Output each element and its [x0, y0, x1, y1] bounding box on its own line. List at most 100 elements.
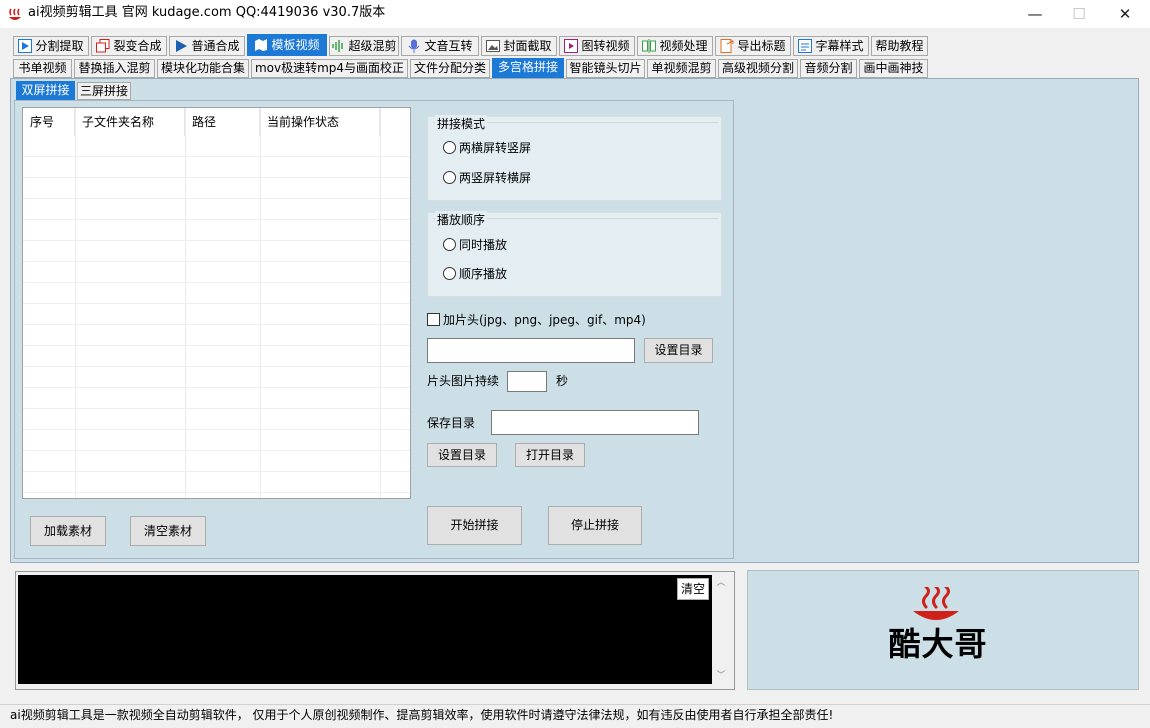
sound-wave-icon: [331, 39, 345, 53]
start-splice-button[interactable]: 开始拼接: [427, 506, 522, 545]
maximize-button[interactable]: ☐: [1056, 0, 1102, 28]
splice-mode-label: 拼接模式: [435, 115, 488, 132]
grid-row-line: [23, 199, 410, 220]
image-icon: [486, 39, 501, 53]
grid-row-line: [23, 304, 410, 325]
scroll-up-icon[interactable]: ︿: [712, 575, 730, 591]
radio-simultaneous-label[interactable]: 同时播放: [459, 238, 507, 252]
subtab-file-assign[interactable]: 文件分配分类: [410, 59, 490, 78]
layers-icon: [96, 39, 110, 53]
tab-super-mix[interactable]: 超级混剪: [329, 36, 399, 56]
clear-log-button[interactable]: 清空: [677, 578, 709, 600]
tab-image-to-video[interactable]: 图转视频: [559, 36, 635, 56]
intro-path-input[interactable]: [427, 338, 635, 363]
radio-h2v[interactable]: [443, 141, 456, 154]
grid-row-line: [23, 388, 410, 409]
tab-label: 裂变合成: [113, 39, 162, 53]
tab-label: 视频处理: [659, 39, 708, 53]
intro-duration-input[interactable]: [507, 371, 547, 392]
tab-normal-compose[interactable]: 普通合成: [169, 36, 245, 56]
play-icon: [174, 39, 188, 53]
grid-row-line: [23, 325, 410, 346]
tab-label: 超级混剪: [348, 39, 397, 53]
radio-sequential-label[interactable]: 顺序播放: [459, 267, 507, 281]
column-header-path[interactable]: 路径: [185, 108, 260, 136]
subtab-book-video[interactable]: 书单视频: [13, 59, 72, 78]
play-icon: [18, 39, 33, 53]
tab-help[interactable]: 帮助教程: [871, 36, 928, 56]
log-scrollbar[interactable]: ︿ ﹀: [712, 575, 730, 684]
log-output[interactable]: [18, 575, 712, 684]
subtab-modular[interactable]: 模块化功能合集: [157, 59, 249, 78]
grid-row-line: [23, 346, 410, 367]
set-save-dir-button[interactable]: 设置目录: [427, 443, 497, 467]
tab-label: 模板视频: [271, 38, 320, 52]
grid-row-line: [23, 136, 410, 157]
subtab-replace-insert[interactable]: 替换插入混剪: [74, 59, 155, 78]
column-header-index[interactable]: 序号: [23, 108, 75, 136]
play-frame-icon: [564, 39, 579, 53]
status-bar: ai视频剪辑工具是一款视频全自动剪辑软件， 仅用于个人原创视频制作、提高剪辑效率…: [0, 704, 1150, 728]
stop-splice-button[interactable]: 停止拼接: [548, 506, 642, 545]
app-icon: [7, 6, 23, 22]
grid-row-line: [23, 409, 410, 430]
split-icon: [642, 39, 657, 53]
grid-row-line: [23, 472, 410, 493]
grid-row-line: [23, 430, 410, 451]
logo-text: 酷大哥: [888, 625, 988, 663]
intro-duration-unit: 秒: [556, 374, 569, 388]
tab-export-title[interactable]: 导出标题: [715, 36, 791, 56]
radio-v2h-label[interactable]: 两竖屏转横屏: [459, 171, 531, 185]
subtab-single-mix[interactable]: 单视频混剪: [647, 59, 716, 78]
grid-row-line: [23, 178, 410, 199]
clear-material-button[interactable]: 清空素材: [130, 516, 206, 546]
tab-label: 普通合成: [191, 39, 240, 53]
load-material-button[interactable]: 加载素材: [30, 516, 106, 546]
tab-split-extract[interactable]: 分割提取: [13, 36, 89, 56]
intro-checkbox[interactable]: [427, 313, 440, 326]
intro-duration-label: 片头图片持续: [427, 374, 500, 388]
open-dir-button[interactable]: 打开目录: [515, 443, 585, 467]
material-grid[interactable]: 序号 子文件夹名称 路径 当前操作状态: [22, 107, 411, 499]
grid-row-line: [23, 283, 410, 304]
radio-v2h[interactable]: [443, 171, 456, 184]
subtab-adv-split[interactable]: 高级视频分割: [718, 59, 798, 78]
tab-subtitle-style[interactable]: 字幕样式: [793, 36, 869, 56]
subtab-multi-grid[interactable]: 多宫格拼接: [492, 58, 564, 78]
play-order-label: 播放顺序: [435, 211, 488, 228]
save-dir-input[interactable]: [491, 410, 699, 435]
subtab-mov-convert[interactable]: mov极速转mp4与画面校正: [251, 59, 408, 78]
tab-fission-compose[interactable]: 裂变合成: [91, 36, 167, 56]
radio-sequential[interactable]: [443, 267, 456, 280]
column-header-folder[interactable]: 子文件夹名称: [75, 108, 185, 136]
radio-h2v-label[interactable]: 两横屏转竖屏: [459, 141, 531, 155]
grid-row-line: [23, 451, 410, 472]
tab-template-video[interactable]: 模板视频: [247, 34, 327, 56]
column-header-status[interactable]: 当前操作状态: [260, 108, 380, 136]
subtab-smart-slice[interactable]: 智能镜头切片: [566, 59, 645, 78]
export-doc-icon: [720, 39, 734, 53]
scroll-down-icon[interactable]: ﹀: [712, 668, 730, 684]
grid-row-line: [23, 157, 410, 178]
minimize-button[interactable]: —: [1012, 0, 1058, 28]
steam-bowl-icon: [908, 585, 964, 623]
set-intro-dir-button[interactable]: 设置目录: [644, 338, 713, 363]
tab-video-process[interactable]: 视频处理: [637, 36, 713, 56]
tab-text-audio[interactable]: 文音互转: [401, 36, 479, 56]
grid-row-line: [23, 241, 410, 262]
grid-row-line: [23, 367, 410, 388]
close-button[interactable]: ✕: [1102, 0, 1148, 28]
tab-label: 图转视频: [581, 39, 630, 53]
tab-label: 文音互转: [424, 39, 473, 53]
radio-simultaneous[interactable]: [443, 238, 456, 251]
tab-label: 字幕样式: [815, 39, 864, 53]
subtab-triple-screen[interactable]: 三屏拼接: [77, 82, 131, 100]
subtab-dual-screen[interactable]: 双屏拼接: [16, 81, 75, 100]
intro-checkbox-label[interactable]: 加片头(jpg、png、jpeg、gif、mp4): [443, 312, 646, 328]
subtitle-icon: [798, 39, 813, 53]
tab-cover-capture[interactable]: 封面截取: [481, 36, 557, 56]
tab-label: 分割提取: [35, 39, 84, 53]
subtab-pip[interactable]: 画中画神技: [859, 59, 928, 78]
window-title: ai视频剪辑工具 官网 kudage.com QQ:4419036 v30.7版…: [28, 5, 386, 20]
subtab-audio-split[interactable]: 音频分割: [800, 59, 857, 78]
